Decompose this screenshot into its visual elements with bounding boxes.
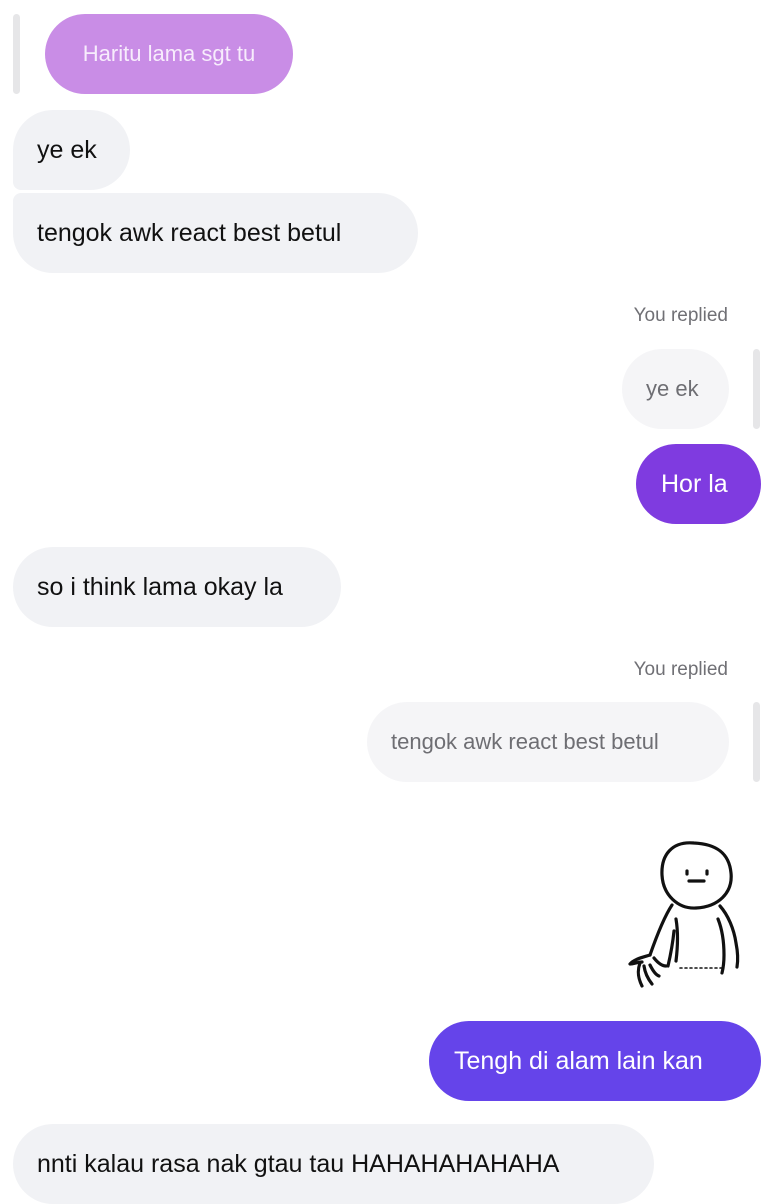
incoming-message-text: ye ek bbox=[37, 135, 97, 164]
outgoing-message-bubble[interactable]: Hor la bbox=[636, 444, 761, 524]
sticker[interactable] bbox=[624, 835, 746, 993]
reply-indicator-bar bbox=[753, 349, 760, 429]
incoming-message-text: tengok awk react best betul bbox=[37, 218, 342, 247]
incoming-message-bubble[interactable]: so i think lama okay la bbox=[13, 547, 341, 627]
outgoing-message-text: Tengh di alam lain kan bbox=[454, 1046, 703, 1075]
stick-figure-sticker-icon bbox=[628, 841, 740, 988]
outgoing-message-text: Hor la bbox=[661, 469, 728, 498]
you-replied-label: You replied bbox=[633, 659, 728, 680]
quoted-message-bubble[interactable]: Haritu lama sgt tu bbox=[45, 14, 293, 94]
quoted-reply-text: tengok awk react best betul bbox=[391, 729, 659, 754]
reply-indicator-bar bbox=[13, 14, 20, 94]
quoted-reply-bubble[interactable]: tengok awk react best betul bbox=[367, 702, 729, 782]
incoming-message-bubble[interactable]: nnti kalau rasa nak gtau tau HAHAHAHAHAH… bbox=[13, 1124, 654, 1204]
reply-indicator-bar bbox=[753, 702, 760, 782]
quoted-reply-bubble[interactable]: ye ek bbox=[622, 349, 729, 429]
incoming-message-text: nnti kalau rasa nak gtau tau HAHAHAHAHAH… bbox=[37, 1149, 560, 1178]
incoming-message-bubble[interactable]: tengok awk react best betul bbox=[13, 193, 418, 273]
quoted-reply-text: ye ek bbox=[646, 376, 699, 401]
outgoing-message-bubble[interactable]: Tengh di alam lain kan bbox=[429, 1021, 761, 1101]
you-replied-label: You replied bbox=[633, 305, 728, 326]
quoted-message-text: Haritu lama sgt tu bbox=[82, 41, 256, 66]
incoming-message-bubble[interactable]: ye ek bbox=[13, 110, 130, 190]
incoming-message-text: so i think lama okay la bbox=[37, 572, 283, 601]
